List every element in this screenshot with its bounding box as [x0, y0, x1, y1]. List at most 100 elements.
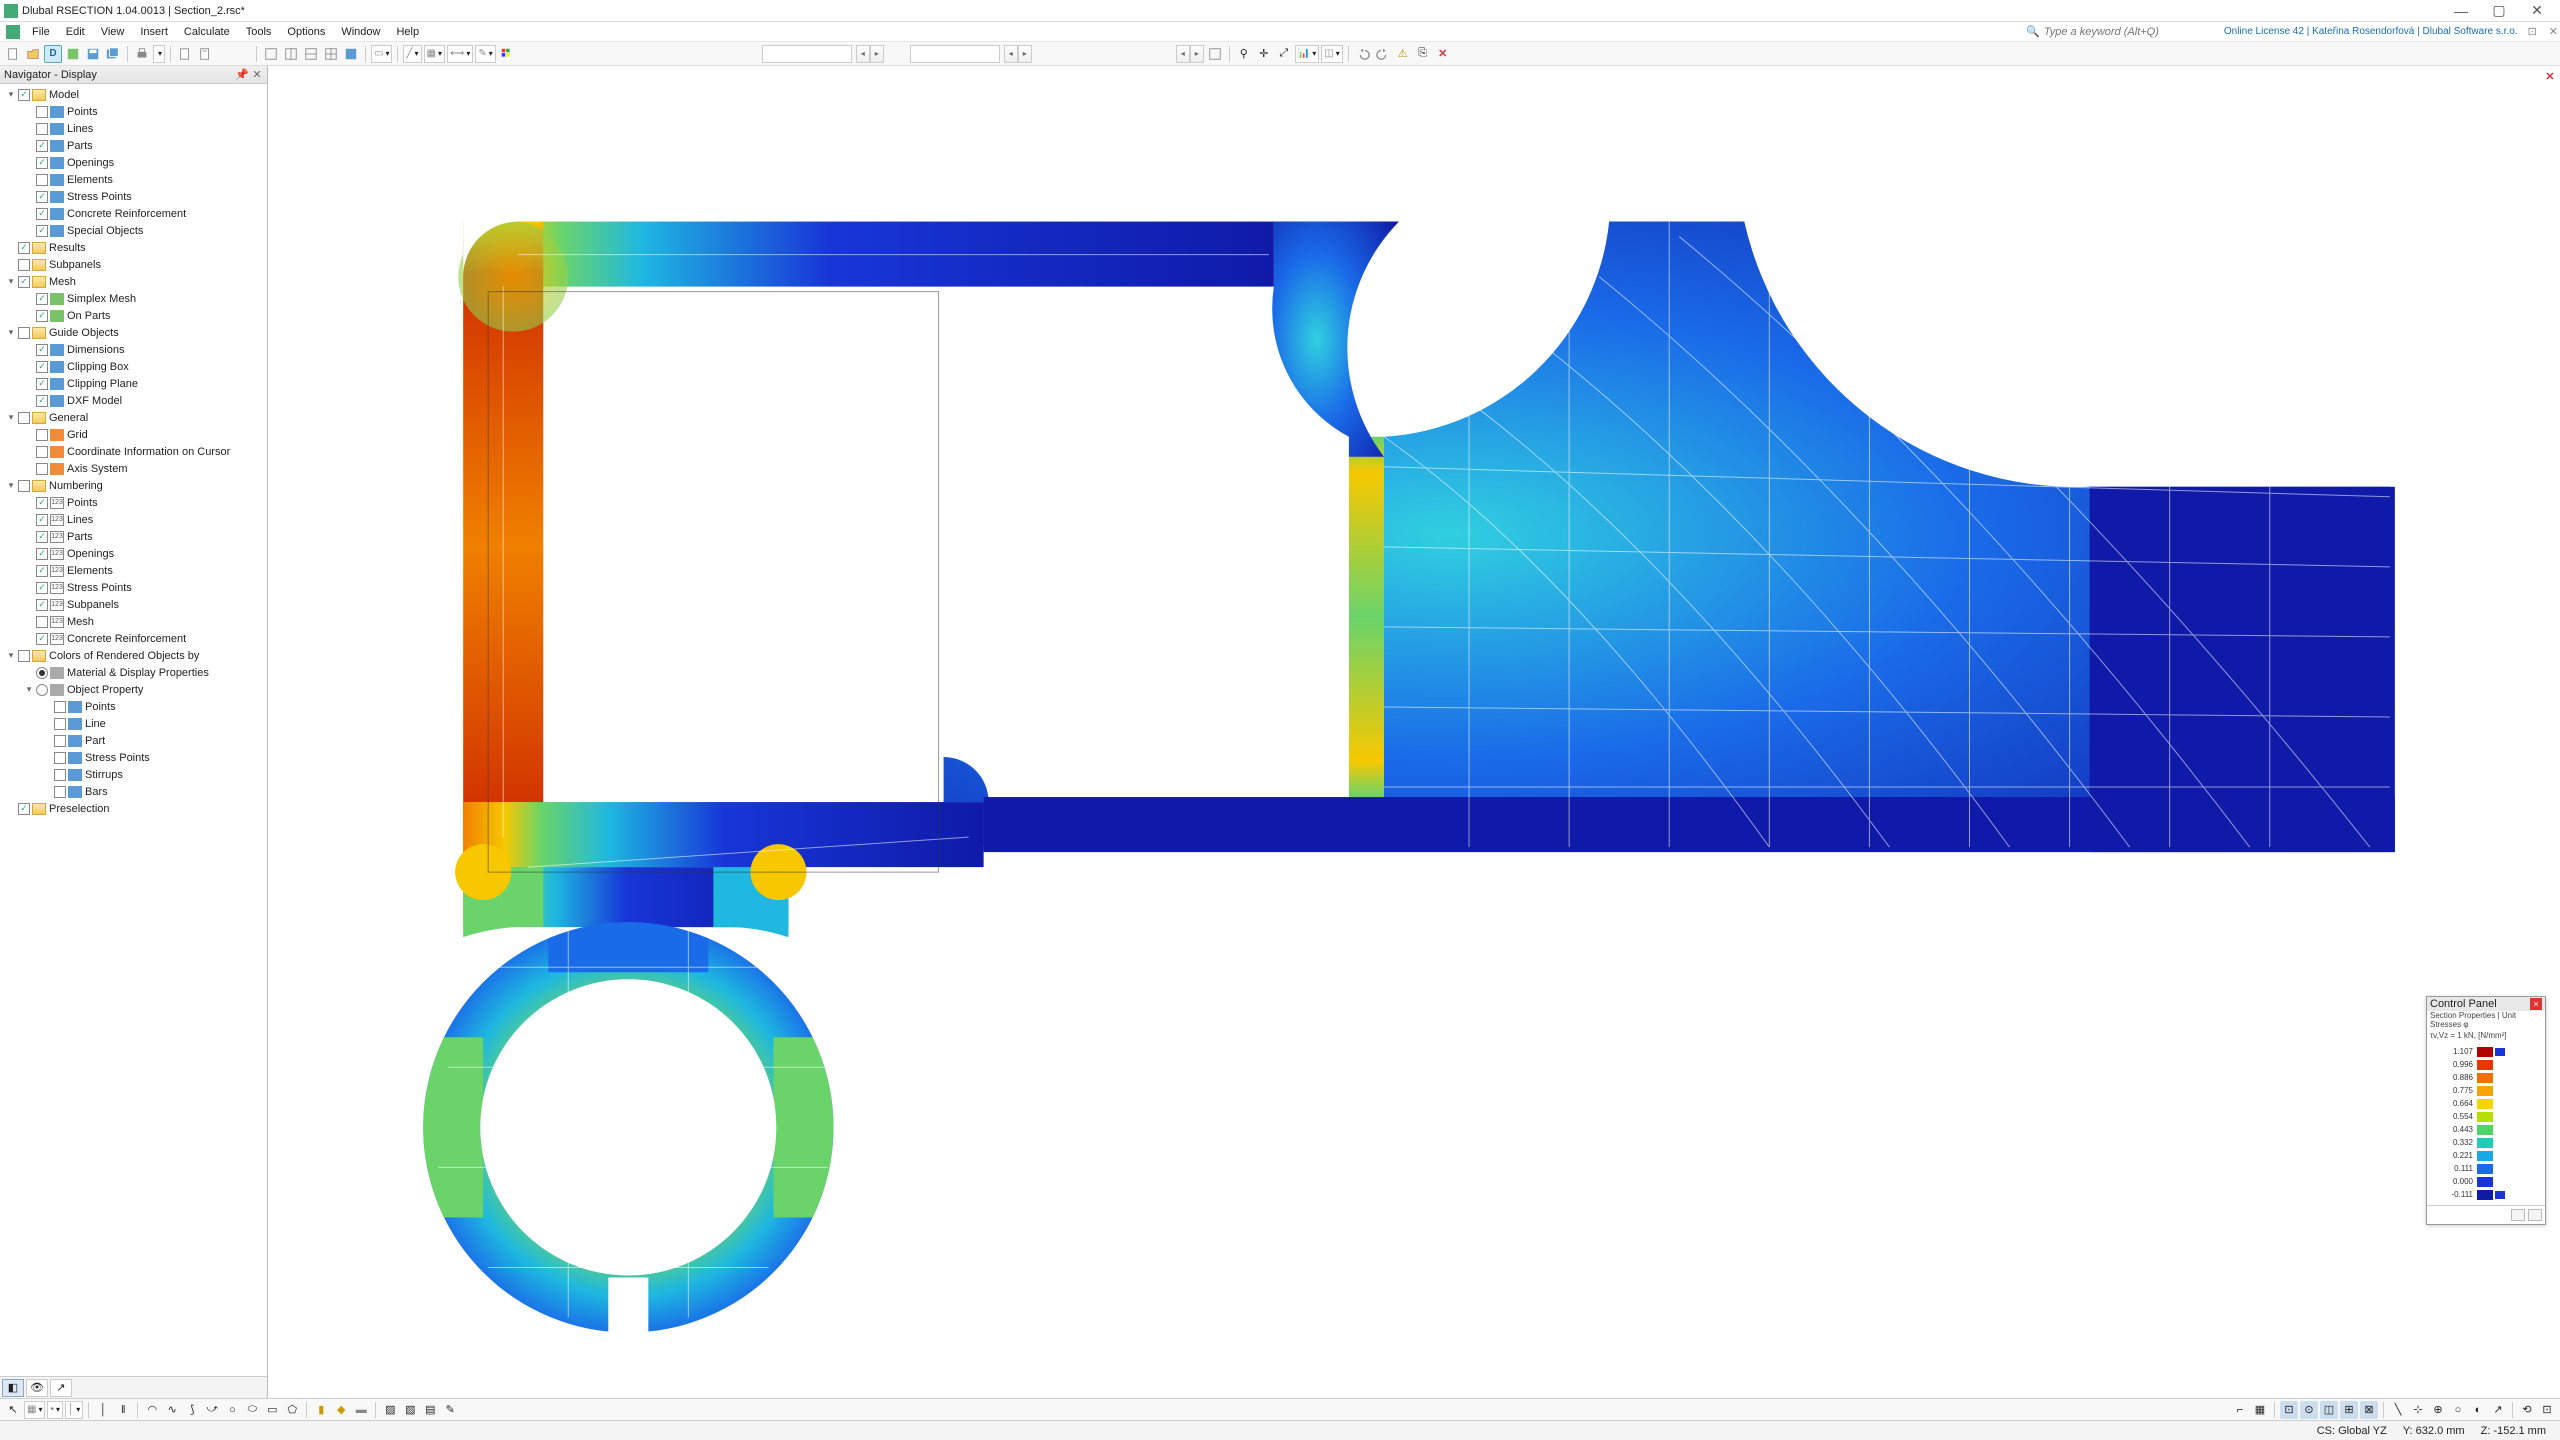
result-prev[interactable]: ◂ [1004, 45, 1018, 63]
loadcase-combo[interactable] [762, 45, 852, 63]
tree-node[interactable]: 123Openings [0, 545, 267, 562]
expand-icon[interactable]: ▾ [6, 480, 16, 491]
checkbox[interactable] [18, 412, 30, 424]
menu-help[interactable]: Help [388, 24, 427, 40]
line-style-dropdown[interactable]: ╱▾ [403, 45, 421, 63]
view-dropdown[interactable]: ◫▾ [1321, 45, 1342, 63]
tree-node[interactable]: ▾Object Property [0, 681, 267, 698]
scale-arrow-icon[interactable] [2495, 1048, 2505, 1056]
checkbox[interactable] [54, 718, 66, 730]
grid-toggle-icon[interactable]: ▦ [2251, 1401, 2269, 1419]
navigator-tree[interactable]: ▾Model Points Lines Parts Openings Eleme… [0, 84, 267, 1376]
checkbox[interactable] [18, 242, 30, 254]
new-file-icon[interactable] [4, 45, 22, 63]
polygon-icon[interactable]: ⬠ [283, 1401, 301, 1419]
menubar-close-icon[interactable]: ✕ [2549, 25, 2558, 38]
pin-icon[interactable]: 📌 [235, 68, 247, 81]
cursor-icon[interactable]: ↖ [4, 1401, 22, 1419]
tree-node[interactable]: 123Stress Points [0, 579, 267, 596]
tree-node[interactable]: ▾Numbering [0, 477, 267, 494]
fill-dropdown[interactable]: ▦▾ [424, 45, 445, 63]
menu-options[interactable]: Options [279, 24, 333, 40]
tree-node[interactable]: Stirrups [0, 766, 267, 783]
copy-view-icon[interactable]: ⎘ [1414, 45, 1432, 63]
save-all-icon[interactable] [104, 45, 122, 63]
snap2-icon[interactable]: ⊙ [2300, 1401, 2318, 1419]
tree-node[interactable]: ▾Mesh [0, 273, 267, 290]
step-next[interactable]: ▸ [1190, 45, 1204, 63]
navigator-title-bar[interactable]: Navigator - Display 📌 ✕ [0, 66, 267, 84]
cp-btn-2[interactable] [2528, 1209, 2542, 1221]
window-split-v-icon[interactable] [302, 45, 320, 63]
tree-node[interactable]: 123Lines [0, 511, 267, 528]
checkbox[interactable] [36, 174, 48, 186]
rect-icon[interactable]: ▭ [263, 1401, 281, 1419]
print-dropdown[interactable]: ▾ [153, 45, 165, 63]
navigator-close-icon[interactable]: ✕ [251, 68, 263, 81]
edit-dropdown[interactable]: ✎▾ [475, 45, 495, 63]
checkbox[interactable] [18, 803, 30, 815]
checkbox[interactable] [36, 395, 48, 407]
tree-node[interactable]: Lines [0, 120, 267, 137]
tree-node[interactable]: 123Points [0, 494, 267, 511]
dimension-dropdown[interactable]: ⟷▾ [447, 45, 473, 63]
result-next[interactable]: ▸ [1018, 45, 1032, 63]
s8-icon[interactable]: ⊡ [2538, 1401, 2556, 1419]
vline-icon[interactable]: │ [94, 1401, 112, 1419]
checkbox[interactable] [36, 310, 48, 322]
expand-icon[interactable]: ▾ [6, 650, 16, 661]
checkbox[interactable] [36, 531, 48, 543]
table-icon[interactable] [1206, 45, 1224, 63]
expand-icon[interactable]: ▾ [6, 89, 16, 100]
filter-icon[interactable]: ⚲ [1235, 45, 1253, 63]
doc2-icon[interactable] [196, 45, 214, 63]
checkbox[interactable] [36, 582, 48, 594]
fill3-icon[interactable]: ▬ [352, 1401, 370, 1419]
nav-tab-views[interactable]: ↗ [50, 1379, 72, 1397]
select-mode-dropdown[interactable]: ▭▾ [371, 45, 392, 63]
circle-icon[interactable]: ○ [223, 1401, 241, 1419]
axis-icon[interactable]: ⌐ [2231, 1401, 2249, 1419]
snap3-icon[interactable]: ◫ [2320, 1401, 2338, 1419]
s5-icon[interactable]: ◐ [2469, 1401, 2487, 1419]
radio[interactable] [36, 684, 48, 696]
checkbox[interactable] [36, 514, 48, 526]
checkbox[interactable] [36, 429, 48, 441]
hatch1-icon[interactable]: ▨ [381, 1401, 399, 1419]
tree-node[interactable]: Clipping Box [0, 358, 267, 375]
snap1-icon[interactable]: ⊡ [2280, 1401, 2298, 1419]
keyword-search[interactable]: 🔍 [2026, 25, 2204, 38]
tree-node[interactable]: Openings [0, 154, 267, 171]
tree-node[interactable]: Preselection [0, 800, 267, 817]
palette-icon[interactable] [498, 45, 516, 63]
hatch3-icon[interactable]: ▤ [421, 1401, 439, 1419]
checkbox[interactable] [18, 327, 30, 339]
tree-node[interactable]: Concrete Reinforcement [0, 205, 267, 222]
control-panel-close-icon[interactable]: × [2530, 998, 2542, 1010]
checkbox[interactable] [36, 463, 48, 475]
tree-node[interactable]: 123Parts [0, 528, 267, 545]
checkbox[interactable] [54, 701, 66, 713]
expand-icon[interactable]: ▾ [24, 684, 34, 695]
fill2-icon[interactable]: ◆ [332, 1401, 350, 1419]
model-viewport[interactable]: ✕ [268, 66, 2560, 1398]
window-single-icon[interactable] [262, 45, 280, 63]
menu-insert[interactable]: Insert [132, 24, 176, 40]
tree-node[interactable]: Axis System [0, 460, 267, 477]
print-icon[interactable] [133, 45, 151, 63]
arc4-icon[interactable]: ⤻ [203, 1401, 221, 1419]
tree-node[interactable]: Simplex Mesh [0, 290, 267, 307]
window-custom-icon[interactable] [342, 45, 360, 63]
parallel-icon[interactable]: ‖ [114, 1401, 132, 1419]
maximize-button[interactable]: ▢ [2480, 0, 2518, 22]
menubar-restore-icon[interactable]: ⊡ [2528, 25, 2537, 38]
control-panel[interactable]: Control Panel× Section Properties | Unit… [2426, 996, 2546, 1225]
save-icon[interactable] [84, 45, 102, 63]
window-split-h-icon[interactable] [282, 45, 300, 63]
snap-dropdown[interactable]: ▦▾ [24, 1401, 45, 1419]
tree-node[interactable]: Stress Points [0, 749, 267, 766]
scale-dropdown[interactable]: 📊▾ [1295, 45, 1319, 63]
checkbox[interactable] [18, 480, 30, 492]
doc-icon[interactable] [176, 45, 194, 63]
checkbox[interactable] [36, 446, 48, 458]
